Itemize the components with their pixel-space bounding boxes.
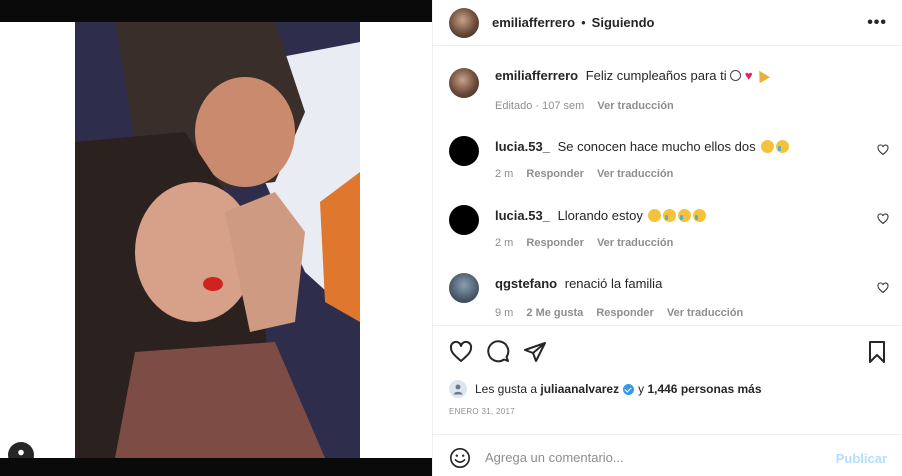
caption-translate-link[interactable]: Ver traducción — [597, 100, 673, 112]
translate-link[interactable]: Ver traducción — [597, 168, 673, 180]
comment-meta: 2 m Responder Ver traducción — [495, 168, 683, 180]
follow-status-button[interactable]: Siguiendo — [592, 15, 655, 30]
comments-list[interactable]: emiliafferrero Feliz cumpleaños para ti … — [433, 52, 902, 324]
post-photo — [75, 22, 360, 458]
comment-item: qgstefano renació la familia 9 m 2 Me gu… — [449, 273, 889, 319]
media-top-letterbox — [0, 0, 432, 22]
caption: emiliafferrero Feliz cumpleaños para ti … — [449, 67, 889, 114]
comment-item: lucia.53_ Llorando estoy 2 m Responder V… — [449, 205, 889, 251]
likes-count-link[interactable]: 1,446 personas más — [647, 382, 761, 396]
like-comment-heart-icon[interactable] — [877, 282, 889, 294]
comment-icon[interactable] — [486, 340, 510, 364]
crying-face-emoji-icon — [678, 209, 692, 222]
comment-username[interactable]: qgstefano — [495, 276, 557, 291]
crying-face-emoji-icon — [693, 209, 707, 222]
likes-connector: y — [638, 382, 645, 396]
comment-text: renació la familia — [564, 276, 663, 291]
comment-composer: Publicar — [433, 434, 902, 476]
share-icon[interactable] — [523, 340, 547, 364]
publish-button[interactable]: Publicar — [836, 451, 887, 466]
comment-time: 9 m — [495, 307, 514, 319]
separator-dot: • — [581, 15, 586, 30]
caption-meta: Editado · 107 sem Ver traducción — [495, 100, 684, 112]
comment-likes-count[interactable]: 2 Me gusta — [526, 307, 583, 319]
reply-button[interactable]: Responder — [526, 168, 583, 180]
comment-text: Llorando estoy — [557, 208, 643, 223]
likes-prefix: Les gusta a — [475, 382, 538, 396]
selfie-image — [75, 22, 360, 458]
post-side-panel: emiliafferrero • Siguiendo ••• emiliaffe… — [432, 0, 902, 476]
crying-face-emoji-icon — [663, 209, 677, 222]
caption-avatar[interactable] — [449, 68, 479, 98]
commenter-avatar[interactable] — [449, 273, 479, 303]
translate-link[interactable]: Ver traducción — [597, 237, 673, 249]
comment-text: Se conocen hace mucho ellos dos — [557, 139, 756, 154]
author-username[interactable]: emiliafferrero — [492, 15, 575, 30]
caption-username[interactable]: emiliafferrero — [495, 68, 578, 83]
likes-summary: Les gusta a juliaanalvarez y 1,446 perso… — [449, 378, 762, 400]
media-bottom-letterbox — [0, 458, 432, 476]
caption-text: Feliz cumpleaños para ti — [585, 68, 727, 83]
action-bar — [433, 325, 902, 375]
crying-face-emoji-icon — [776, 140, 790, 153]
comment-body: lucia.53_ Llorando estoy — [495, 208, 865, 224]
like-comment-heart-icon[interactable] — [877, 213, 889, 225]
comment-item: lucia.53_ Se conocen hace mucho ellos do… — [449, 136, 889, 182]
post-header: emiliafferrero • Siguiendo ••• — [433, 0, 902, 46]
post-media[interactable] — [0, 22, 432, 468]
commenter-avatar[interactable] — [449, 205, 479, 235]
comment-username[interactable]: lucia.53_ — [495, 139, 550, 154]
comment-time: 2 m — [495, 237, 514, 249]
commenter-avatar[interactable] — [449, 136, 479, 166]
like-comment-heart-icon[interactable] — [877, 144, 889, 156]
caption-edited: Editado · 107 sem — [495, 100, 585, 112]
party-popper-emoji-icon — [754, 67, 771, 84]
caption-body: emiliafferrero Feliz cumpleaños para ti … — [495, 67, 865, 84]
red-heart-emoji-icon: ♥ — [744, 68, 753, 83]
comment-meta: 2 m Responder Ver traducción — [495, 237, 683, 249]
comment-input[interactable] — [485, 445, 825, 469]
save-icon[interactable] — [865, 340, 889, 364]
reply-button[interactable]: Responder — [526, 237, 583, 249]
translate-link[interactable]: Ver traducción — [667, 307, 743, 319]
liker-username[interactable]: juliaanalvarez — [540, 382, 619, 396]
comment-username[interactable]: lucia.53_ — [495, 208, 550, 223]
more-options-icon[interactable]: ••• — [867, 14, 887, 32]
author-avatar[interactable] — [449, 7, 479, 38]
soccer-ball-emoji-icon — [730, 70, 742, 81]
verified-badge-icon — [623, 383, 635, 395]
reply-button[interactable]: Responder — [596, 307, 653, 319]
emoji-icon[interactable] — [449, 447, 471, 469]
like-icon[interactable] — [449, 340, 473, 364]
post-date[interactable]: ENERO 31, 2017 — [449, 407, 515, 416]
comment-body: lucia.53_ Se conocen hace mucho ellos do… — [495, 139, 865, 155]
comment-body: qgstefano renació la familia — [495, 276, 865, 292]
sad-face-emoji-icon — [648, 209, 662, 222]
liker-avatar[interactable] — [449, 380, 467, 398]
comment-meta: 9 m 2 Me gusta Responder Ver traducción — [495, 307, 753, 319]
sad-face-emoji-icon — [761, 140, 775, 153]
comment-time: 2 m — [495, 168, 514, 180]
